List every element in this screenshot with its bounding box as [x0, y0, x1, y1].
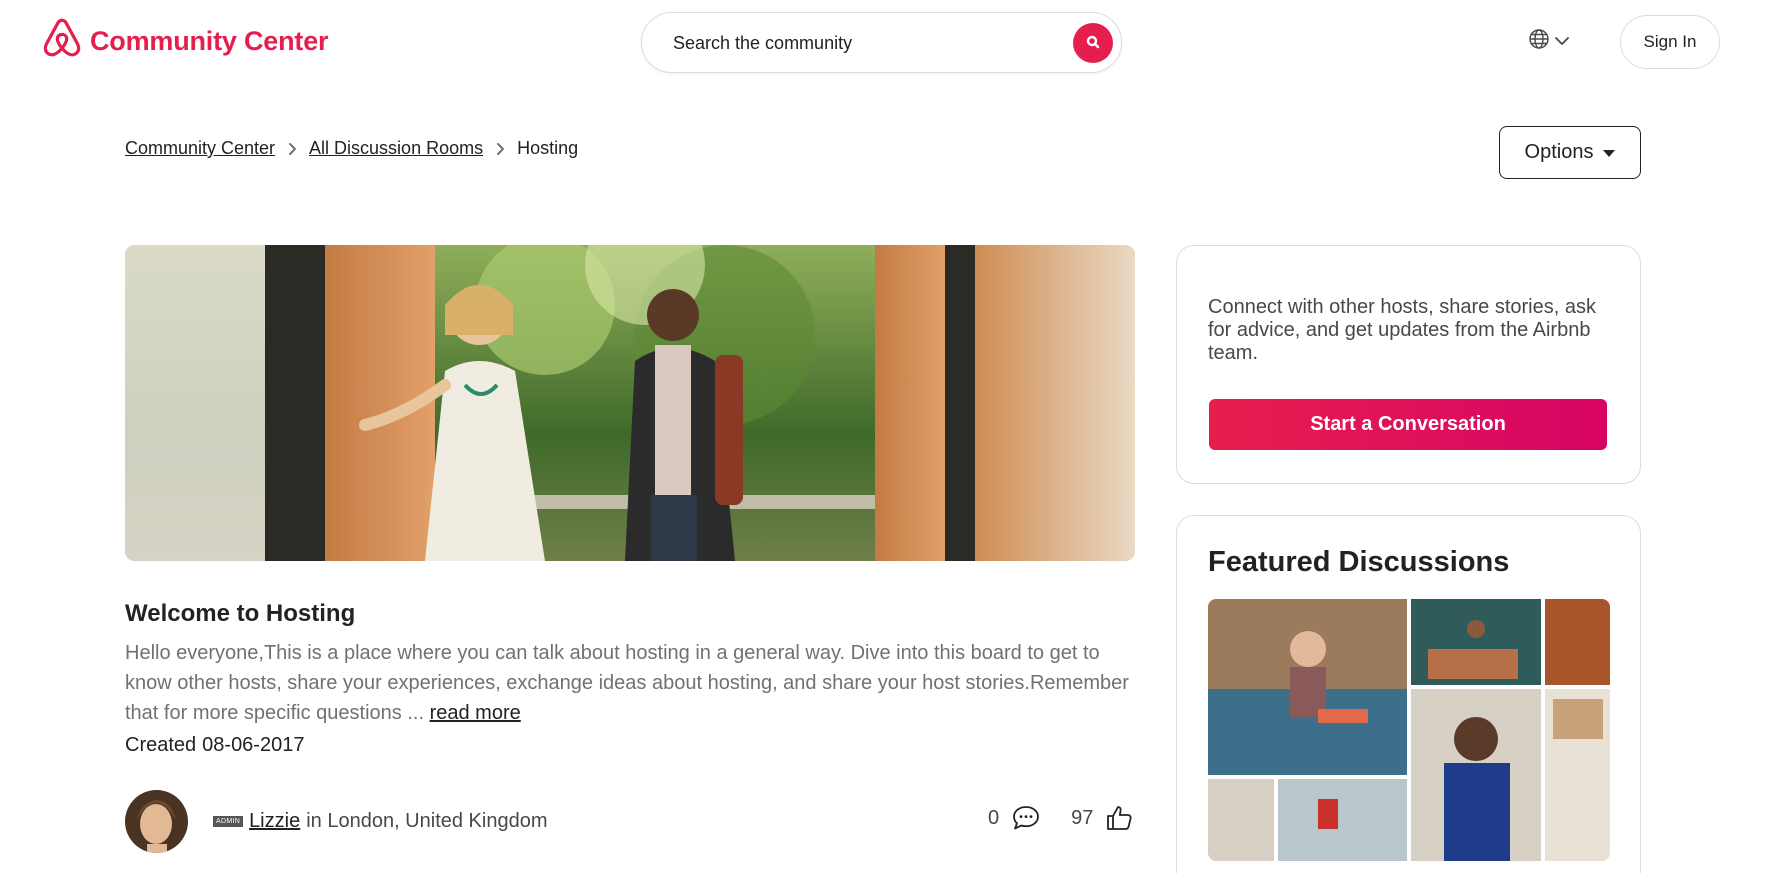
reply-count: 0	[988, 806, 1000, 829]
chevron-right-icon	[495, 142, 505, 156]
avatar[interactable]	[125, 790, 188, 853]
caret-down-icon	[1603, 141, 1616, 164]
read-more-link[interactable]: read more	[430, 702, 521, 724]
thumbs-up-icon[interactable]	[1105, 804, 1133, 832]
start-conversation-button[interactable]: Start a Conversation	[1209, 399, 1607, 450]
sign-in-button[interactable]: Sign In	[1620, 15, 1720, 69]
board-hero-image	[125, 245, 1135, 561]
breadcrumb-link-community-center[interactable]: Community Center	[125, 138, 275, 159]
search-icon	[1086, 35, 1100, 52]
globe-icon	[1528, 28, 1550, 55]
brand-name: Community Center	[90, 26, 329, 56]
options-dropdown-button[interactable]: Options	[1499, 126, 1641, 179]
breadcrumb: Community Center All Discussion Rooms Ho…	[125, 138, 578, 159]
board-title: Welcome to Hosting	[125, 600, 356, 627]
language-selector[interactable]	[1528, 28, 1570, 55]
search-button[interactable]	[1073, 23, 1113, 63]
search-bar	[641, 12, 1122, 73]
board-intro-text: Connect with other hosts, share stories,…	[1208, 296, 1596, 364]
chevron-right-icon	[287, 142, 297, 156]
created-date: 08-06-2017	[202, 734, 305, 756]
speech-bubble-icon[interactable]	[1011, 805, 1041, 831]
search-input[interactable]	[673, 29, 1043, 57]
airbnb-logo-icon	[42, 18, 82, 65]
board-created-date: Created 08-06-2017	[125, 734, 304, 757]
board-description-text: Hello everyone,This is a place where you…	[125, 642, 1129, 724]
board-intro-card: Connect with other hosts, share stories,…	[1176, 245, 1641, 484]
board-description: Hello everyone,This is a place where you…	[125, 638, 1135, 728]
brand-logo-link[interactable]: Community Center	[42, 18, 329, 65]
like-count: 97	[1071, 806, 1094, 829]
breadcrumb-link-discussion-rooms[interactable]: All Discussion Rooms	[309, 138, 483, 159]
chevron-down-icon	[1554, 33, 1570, 51]
author-location: in London, United Kingdom	[306, 810, 548, 832]
author-name-link[interactable]: Lizzie	[249, 810, 300, 833]
board-stats: 0 97	[988, 804, 1133, 832]
admin-badge: ADMIN	[213, 816, 244, 827]
featured-discussions-image[interactable]	[1208, 599, 1610, 861]
featured-discussions-title: Featured Discussions	[1208, 546, 1510, 578]
board-author: ADMIN Lizzie in London, United Kingdom	[125, 790, 547, 853]
featured-discussions-card: Featured Discussions	[1176, 515, 1641, 873]
breadcrumb-current: Hosting	[517, 138, 579, 158]
created-label: Created	[125, 734, 197, 756]
options-label: Options	[1524, 141, 1594, 163]
